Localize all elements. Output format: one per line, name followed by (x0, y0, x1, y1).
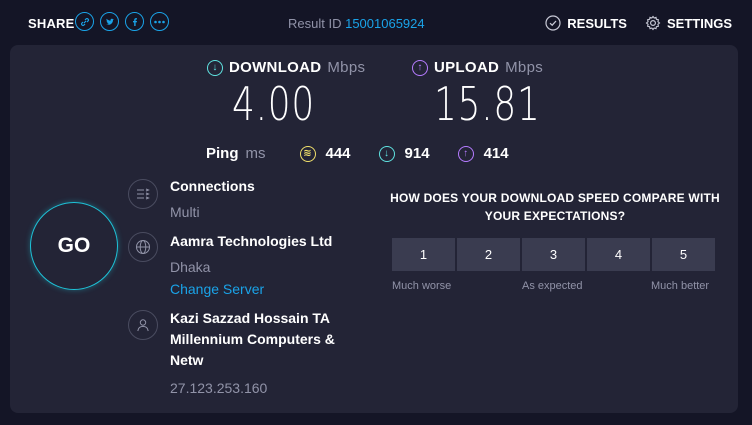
upload-arrow-icon: ↑ (412, 59, 428, 76)
result-id-value[interactable]: 15001065924 (345, 16, 425, 31)
results-panel: ↓ DOWNLOAD Mbps 4.00 ↑ UPLOAD Mbps 15.81… (10, 45, 738, 413)
result-id-label: Result ID (288, 16, 342, 31)
user-icon (128, 310, 158, 340)
rating-row: 1 2 3 4 5 (392, 238, 715, 271)
ping-idle-value: 444 (325, 145, 351, 162)
ping-idle-icon: ≋ (299, 145, 316, 162)
connections-title: Connections (170, 178, 255, 194)
connections-icon (128, 179, 158, 209)
result-id: Result ID 15001065924 (288, 16, 425, 31)
provider-name: Kazi Sazzad Hossain TA Millennium Comput… (170, 310, 335, 368)
top-bar: SHARE Result ID 15001065924 RESULTS SETT… (0, 0, 752, 46)
upload-header: ↑ UPLOAD Mbps (412, 59, 543, 76)
ping-download-icon: ↓ (378, 145, 395, 162)
server-location: Dhaka (170, 259, 211, 275)
survey-question: HOW DOES YOUR DOWNLOAD SPEED COMPARE WIT… (390, 191, 720, 223)
ping-row: Ping ms ≋ 444 ↓ 914 ↑ 414 (206, 145, 537, 162)
go-button[interactable]: GO (30, 202, 118, 290)
scale-high-label: Much better (651, 280, 710, 292)
rating-button-1[interactable]: 1 (392, 238, 455, 271)
change-server-link[interactable]: Change Server (170, 281, 264, 297)
upload-value: 15.81 (434, 77, 541, 131)
rating-button-2[interactable]: 2 (457, 238, 520, 271)
more-icon[interactable] (150, 12, 169, 31)
share-label: SHARE (28, 16, 75, 31)
results-label: RESULTS (567, 15, 627, 31)
provider-ip: 27.123.253.160 (170, 380, 268, 396)
ping-upload: ↑ 414 (457, 145, 509, 162)
rating-button-3[interactable]: 3 (522, 238, 585, 271)
ping-download: ↓ 914 (378, 145, 430, 162)
rating-button-4[interactable]: 4 (587, 238, 650, 271)
results-button[interactable]: RESULTS (545, 15, 627, 31)
top-right-nav: RESULTS SETTINGS (545, 15, 732, 31)
gear-icon (645, 15, 661, 31)
download-arrow-icon: ↓ (207, 59, 223, 76)
rating-button-5[interactable]: 5 (652, 238, 715, 271)
ping-upload-icon: ↑ (457, 145, 474, 162)
ping-label: Ping (206, 145, 239, 162)
twitter-icon[interactable] (100, 12, 119, 31)
download-unit: Mbps (327, 59, 366, 76)
download-label: DOWNLOAD (229, 59, 322, 76)
ping-upload-value: 414 (483, 145, 509, 162)
ping-idle: ≋ 444 (299, 145, 351, 162)
download-header: ↓ DOWNLOAD Mbps (207, 59, 365, 76)
link-icon[interactable] (75, 12, 94, 31)
globe-icon (128, 232, 158, 262)
check-circle-icon (545, 15, 561, 31)
scale-mid-label: As expected (522, 280, 583, 292)
settings-button[interactable]: SETTINGS (645, 15, 732, 31)
ping-unit: ms (245, 145, 266, 162)
share-icons (75, 12, 169, 31)
upload-label: UPLOAD (434, 59, 500, 76)
facebook-icon[interactable] (125, 12, 144, 31)
server-name: Aamra Technologies Ltd (170, 233, 333, 249)
upload-unit: Mbps (505, 59, 544, 76)
scale-low-label: Much worse (392, 280, 452, 292)
connections-value[interactable]: Multi (170, 204, 200, 220)
settings-label: SETTINGS (666, 15, 732, 31)
ping-download-value: 914 (404, 145, 430, 162)
download-value: 4.00 (232, 77, 316, 131)
